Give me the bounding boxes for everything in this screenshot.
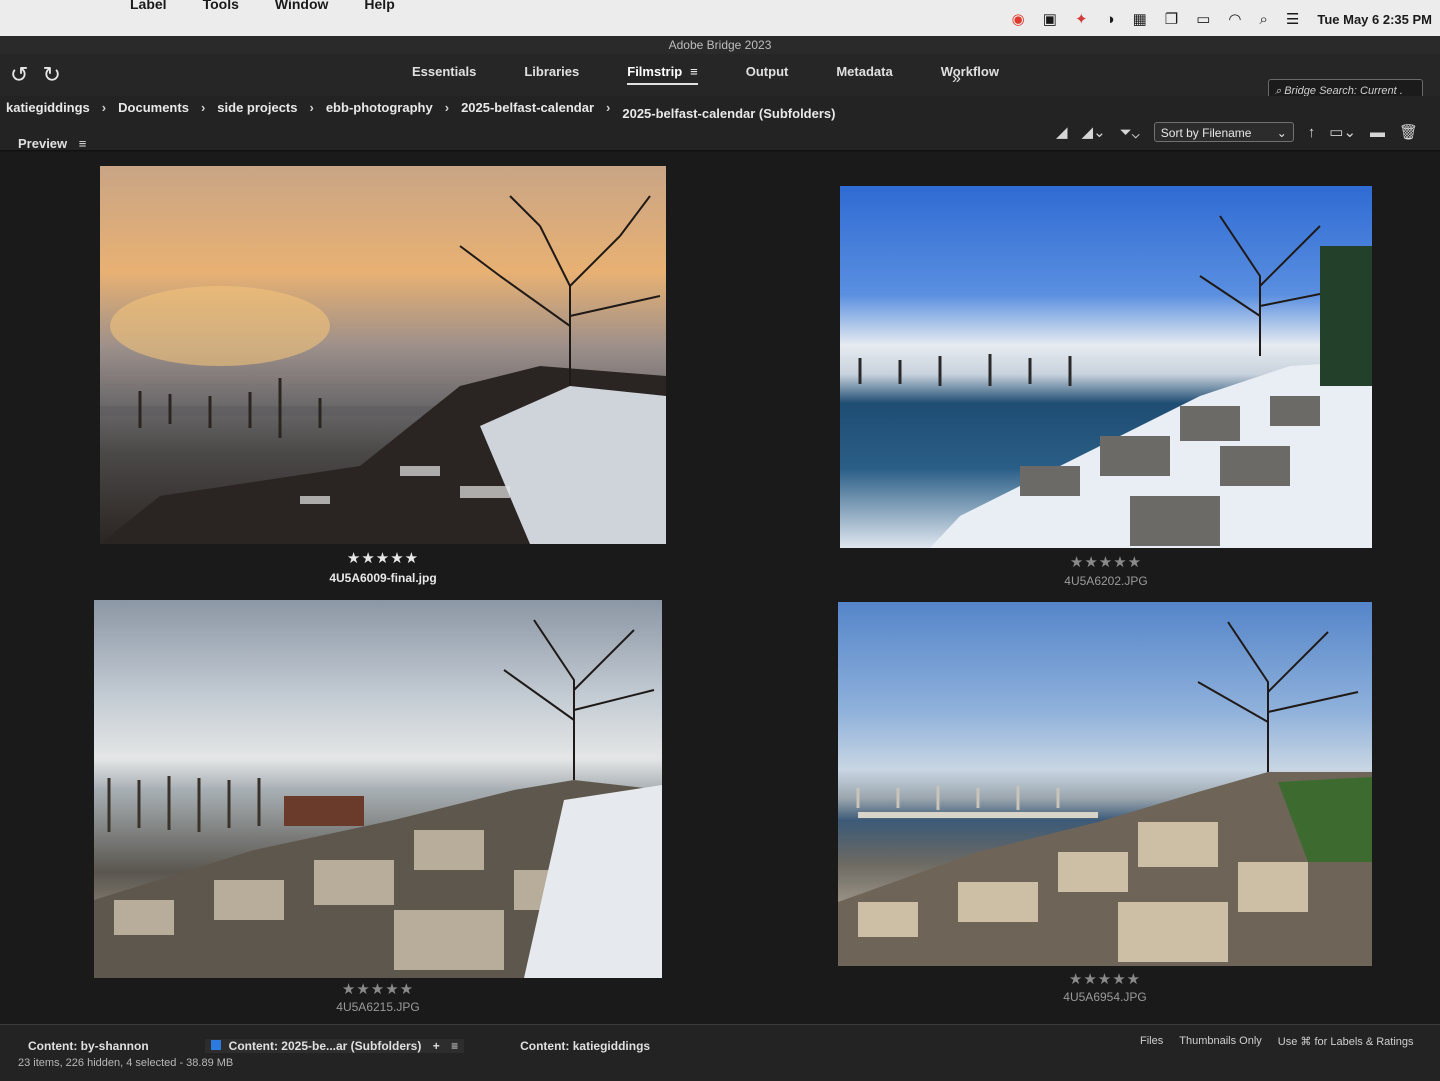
content-tabs: Content: by-shannon Content: 2025-be...a… (28, 1039, 706, 1053)
chevron-down-icon: ⌄ (1276, 126, 1287, 140)
creative-cloud-icon[interactable]: ◉ (1012, 10, 1025, 28)
filename-label: 4U5A6009-final.jpg (329, 571, 437, 585)
tab-libraries[interactable]: Libraries (524, 64, 579, 85)
thumbnail-item[interactable]: ★★★★★ 4U5A6954.JPG (838, 602, 1372, 1012)
system-menubar: Label Tools Window Help ◉ ▣ ✦ ◑ ▦ ❐ ▭ ◠ … (0, 0, 1440, 36)
chevron-right-icon: › (309, 100, 314, 115)
filename-label: 4U5A6215.JPG (336, 1000, 420, 1014)
panel-menu-icon[interactable]: ≡ (79, 136, 87, 151)
crumb-belfast-subfolders[interactable]: 2025-belfast-calendar (Subfolders) (622, 106, 835, 121)
dropbox-icon[interactable]: ✦ (1075, 10, 1088, 28)
chevron-right-icon: › (101, 100, 107, 115)
open-recent-icon[interactable]: ▭⌄ (1329, 123, 1356, 141)
thumbnail-item[interactable]: ★★★★★ 4U5A6009-final.jpg (100, 166, 666, 596)
window-title: Adobe Bridge 2023 (0, 36, 1440, 54)
tab-output[interactable]: Output (746, 64, 789, 85)
clock[interactable]: Tue May 6 2:35 PM (1317, 12, 1432, 27)
sort-label: Sort by Filename (1160, 126, 1252, 140)
calendar-icon[interactable]: ▦ (1133, 10, 1147, 28)
wifi-icon[interactable]: ◠ (1228, 10, 1241, 28)
path-bar: katiegiddings › Documents › side project… (0, 96, 1440, 151)
crumb-documents[interactable]: Documents (118, 100, 189, 115)
photo-sunset-fog (100, 166, 666, 544)
menu-label[interactable]: Label (130, 0, 167, 12)
view-options: Files Thumbnails Only Use ⌘ for Labels &… (1140, 1035, 1414, 1048)
window-icon[interactable]: ❐ (1165, 10, 1178, 28)
tab-color-icon (210, 1040, 221, 1050)
tab-filmstrip-label: Filmstrip (627, 64, 683, 79)
extension-icon[interactable]: ◑ (1106, 11, 1115, 28)
chevron-right-icon: › (444, 100, 450, 115)
menu-window[interactable]: Window (275, 0, 329, 12)
photo-blue-harbor (840, 186, 1372, 548)
option-files[interactable]: Files (1140, 1035, 1163, 1048)
tab-filmstrip[interactable]: Filmstrip ≡ (627, 64, 698, 85)
photo-spring-shore (838, 602, 1372, 966)
breadcrumb: katiegiddings › Documents › side project… (6, 100, 835, 121)
view-tools: ◢ ◢⌄ ⏷⌄ Sort by Filename ⌄ ↑ ▭⌄ ▬ 🗑 (1056, 122, 1418, 142)
photo-scene (838, 621, 1372, 966)
more-workspaces-icon[interactable]: » (952, 70, 961, 88)
menu-help[interactable]: Help (364, 0, 394, 12)
rating-stars[interactable]: ★★★★★ (838, 970, 1372, 988)
new-folder-icon[interactable]: ▬ (1370, 124, 1385, 141)
forward-icon[interactable]: ↻ (42, 62, 60, 88)
battery-icon[interactable]: ▭ (1196, 10, 1210, 28)
app-menus: Label Tools Window Help (130, 0, 395, 12)
sort-ascending-icon[interactable]: ↑ (1308, 124, 1316, 141)
photo-scene (858, 215, 1372, 548)
tab-content-belfast[interactable]: Content: 2025-be...ar (Subfolders) + ≡ (204, 1039, 465, 1053)
rating-stars[interactable]: ★★★★★ (94, 980, 662, 998)
rating-filter-icon[interactable]: ◢⌄ (1082, 123, 1106, 141)
crumb-belfast-calendar[interactable]: 2025-belfast-calendar (461, 100, 594, 115)
tab-label: Content: 2025-be...ar (Subfolders) (228, 1039, 422, 1053)
back-icon[interactable]: ↺ (10, 62, 28, 88)
finder-icon[interactable]: ▣ (1043, 10, 1057, 28)
delete-icon[interactable]: 🗑 (1399, 123, 1418, 141)
photo-scene (100, 195, 666, 544)
crumb-katiegiddings[interactable]: katiegiddings (6, 100, 90, 115)
sort-dropdown[interactable]: Sort by Filename ⌄ (1153, 122, 1294, 142)
option-labels-ratings[interactable]: Use ⌘ for Labels & Ratings (1278, 1035, 1414, 1048)
preview-panel-tab[interactable]: Preview ≡ (18, 136, 86, 151)
panel-title: Preview (18, 136, 68, 151)
chevron-right-icon: › (200, 100, 206, 115)
control-center-icon[interactable]: ☰ (1286, 10, 1299, 28)
tab-essentials[interactable]: Essentials (412, 64, 476, 85)
option-thumbnails-only[interactable]: Thumbnails Only (1179, 1035, 1262, 1048)
tab-content-by-shannon[interactable]: Content: by-shannon (28, 1039, 149, 1053)
tab-menu-icon[interactable]: ≡ (451, 1039, 458, 1053)
photo-scene (94, 619, 662, 978)
tab-workflow[interactable]: Workflow (941, 64, 999, 85)
thumbnail-item[interactable]: ★★★★★ 4U5A6202.JPG (840, 186, 1372, 596)
rating-stars[interactable]: ★★★★★ (100, 549, 666, 567)
bottom-panel: Content: by-shannon Content: 2025-be...a… (0, 1024, 1440, 1081)
content-panel: ★★★★★ 4U5A6009-final.jpg ★★★★★ 4U5A6202.… (0, 152, 1440, 1024)
tab-content-katiegiddings[interactable]: Content: katiegiddings (520, 1039, 650, 1053)
status-area: ◉ ▣ ✦ ◑ ▦ ❐ ▭ ◠ ⌕ ☰ Tue May 6 2:35 PM (1012, 10, 1432, 29)
rating-stars[interactable]: ★★★★★ (840, 553, 1372, 571)
search-icon[interactable]: ⌕ (1260, 11, 1268, 28)
crumb-ebb-photography[interactable]: ebb-photography (326, 100, 433, 115)
crumb-side-projects[interactable]: side projects (217, 100, 297, 115)
filter-icon[interactable]: ⏷⌄ (1120, 124, 1140, 141)
status-text: 23 items, 226 hidden, 4 selected - 38.89… (18, 1057, 234, 1069)
filename-label: 4U5A6202.JPG (1064, 574, 1148, 588)
filename-label: 4U5A6954.JPG (1063, 990, 1147, 1004)
add-tab-icon[interactable]: + (433, 1039, 440, 1053)
quality-icon[interactable]: ◢ (1056, 123, 1068, 141)
chevron-right-icon: › (606, 100, 611, 115)
tab-metadata[interactable]: Metadata (836, 64, 892, 85)
hamburger-icon[interactable]: ≡ (690, 64, 698, 79)
app-toolbar: ↺ ↻ Essentials Libraries Filmstrip ≡ Outp… (0, 54, 1440, 101)
thumbnail-item[interactable]: ★★★★★ 4U5A6215.JPG (94, 600, 662, 1020)
menu-tools[interactable]: Tools (203, 0, 239, 12)
photo-cloudy-rocks (94, 600, 662, 978)
